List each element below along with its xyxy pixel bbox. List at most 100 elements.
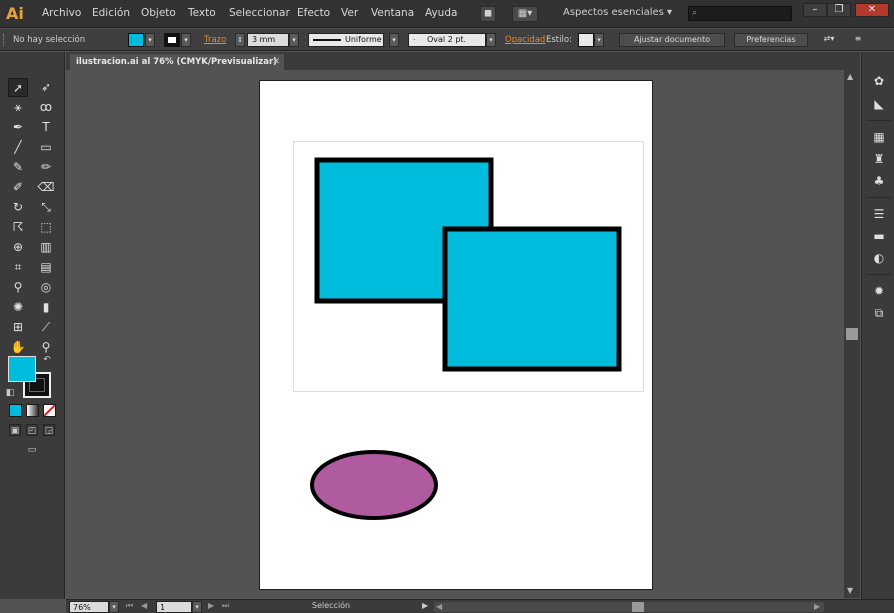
fill-color-swatch[interactable] xyxy=(8,356,36,382)
eyedropper-tool-icon[interactable]: ⚲ xyxy=(8,278,28,297)
arrange-documents-icon[interactable]: ▦▾ xyxy=(512,6,538,22)
type-tool-icon[interactable]: T xyxy=(36,118,56,137)
magic-wand-tool-icon[interactable]: ⚹ xyxy=(8,98,28,117)
control-menu-icon[interactable]: ≡ xyxy=(850,33,866,47)
menu-archivo[interactable]: Archivo xyxy=(42,7,81,19)
line-tool-icon[interactable]: ╱ xyxy=(8,138,28,157)
symbols-panel-icon[interactable]: ♣ xyxy=(870,172,888,190)
last-artboard-icon[interactable]: ⏭ xyxy=(222,601,229,611)
scale-tool-icon[interactable]: ⤡ xyxy=(36,198,56,217)
blend-tool-icon[interactable]: ◎ xyxy=(36,278,56,297)
pencil-tool-icon[interactable]: ✏ xyxy=(36,158,56,177)
gradient-panel-icon[interactable]: ▬ xyxy=(870,227,888,245)
menu-objeto[interactable]: Objeto xyxy=(141,7,176,19)
scroll-down-icon[interactable]: ▼ xyxy=(847,586,853,595)
menu-ayuda[interactable]: Ayuda xyxy=(425,7,457,19)
selection-tool-icon[interactable]: ➚ xyxy=(8,78,28,97)
horizontal-scroll-thumb[interactable] xyxy=(632,602,644,612)
stroke-dropdown[interactable]: ▾ xyxy=(181,33,191,47)
perspective-grid-tool-icon[interactable]: ▥ xyxy=(36,238,56,257)
draw-inside-icon[interactable]: ◲ xyxy=(43,424,55,436)
brush-dropdown[interactable]: ▾ xyxy=(486,33,496,47)
draw-normal-icon[interactable]: ▣ xyxy=(9,424,21,436)
fill-swatch[interactable] xyxy=(128,33,144,47)
canvas-area[interactable] xyxy=(66,70,844,598)
lasso-tool-icon[interactable]: ꝏ xyxy=(36,98,56,117)
restore-button[interactable]: ❐ xyxy=(827,3,851,17)
menu-edicion[interactable]: Edición xyxy=(92,7,130,19)
hand-tool-icon[interactable]: ✋ xyxy=(8,338,28,357)
slice-tool-icon[interactable]: ⟋ xyxy=(36,318,56,337)
graphic-styles-panel-icon[interactable]: ⧉ xyxy=(870,304,888,322)
menu-texto[interactable]: Texto xyxy=(188,7,216,19)
cyan-rectangle-front[interactable] xyxy=(442,226,622,372)
blob-brush-tool-icon[interactable]: ✐ xyxy=(8,178,28,197)
shape-builder-tool-icon[interactable]: ⊕ xyxy=(8,238,28,257)
swatches-panel-icon[interactable]: ▦ xyxy=(870,128,888,146)
default-colors-icon[interactable]: ◧ xyxy=(4,387,16,399)
artboard-tool-icon[interactable]: ⊞ xyxy=(8,318,28,337)
purple-ellipse[interactable] xyxy=(310,450,438,520)
stroke-profile-dropdown[interactable]: ▾ xyxy=(389,33,399,47)
warp-tool-icon[interactable]: ☈ xyxy=(8,218,28,237)
document-tab[interactable]: ilustracion.ai al 76% (CMYK/Previsualiza… xyxy=(70,54,284,70)
close-button[interactable]: ✕ xyxy=(855,3,889,17)
horizontal-scrollbar[interactable]: ◀ ▶ xyxy=(434,602,824,612)
tab-close-icon[interactable]: ✕ xyxy=(272,54,280,70)
free-transform-tool-icon[interactable]: ⬚ xyxy=(36,218,56,237)
bridge-icon[interactable]: ◼ xyxy=(480,6,496,22)
artboard-dropdown[interactable]: ▾ xyxy=(192,601,202,613)
color-mode-icon[interactable] xyxy=(9,404,22,417)
menu-ventana[interactable]: Ventana xyxy=(371,7,414,19)
swap-fill-stroke-icon[interactable]: ↶ xyxy=(41,354,53,366)
menu-seleccionar[interactable]: Seleccionar xyxy=(229,7,290,19)
stroke-panel-icon[interactable]: ☰ xyxy=(870,205,888,223)
document-setup-button[interactable]: Ajustar documento xyxy=(619,33,725,47)
screen-mode-icon[interactable]: ▭ xyxy=(22,444,42,458)
next-artboard-icon[interactable]: ▶ xyxy=(208,601,214,610)
draw-behind-icon[interactable]: ◰ xyxy=(26,424,38,436)
stroke-weight-dropdown[interactable]: ▾ xyxy=(289,33,299,47)
artboard-number-field[interactable]: 1 xyxy=(156,601,192,613)
minimize-button[interactable]: – xyxy=(803,3,827,17)
menu-efecto[interactable]: Efecto xyxy=(297,7,330,19)
mesh-tool-icon[interactable]: ⌗ xyxy=(8,258,28,277)
rotate-tool-icon[interactable]: ↻ xyxy=(8,198,28,217)
gradient-tool-icon[interactable]: ▤ xyxy=(36,258,56,277)
style-dropdown[interactable]: ▾ xyxy=(594,33,604,47)
artboard[interactable] xyxy=(259,80,653,590)
stroke-label[interactable]: Trazo xyxy=(204,35,226,45)
preferences-button[interactable]: Preferencias xyxy=(734,33,808,47)
color-guide-panel-icon[interactable]: ◣ xyxy=(870,95,888,113)
color-panel-icon[interactable]: ✿ xyxy=(870,72,888,90)
stroke-swatch[interactable] xyxy=(164,33,180,47)
gradient-mode-icon[interactable] xyxy=(26,404,39,417)
stroke-weight-stepper[interactable]: ⇕ xyxy=(235,33,245,47)
status-menu-icon[interactable]: ▶ xyxy=(422,601,428,610)
fill-dropdown[interactable]: ▾ xyxy=(145,33,155,47)
column-graph-tool-icon[interactable]: ▮ xyxy=(36,298,56,317)
search-input[interactable]: ⌕ xyxy=(688,6,792,21)
pen-tool-icon[interactable]: ✒ xyxy=(8,118,28,137)
workspace-switcher[interactable]: Aspectos esenciales ▾ xyxy=(563,7,672,18)
previous-artboard-icon[interactable]: ◀ xyxy=(141,601,147,610)
vertical-scrollbar[interactable]: ▲ ▼ xyxy=(844,70,860,598)
paintbrush-tool-icon[interactable]: ✎ xyxy=(8,158,28,177)
none-mode-icon[interactable] xyxy=(43,404,56,417)
zoom-field[interactable]: 76% xyxy=(69,601,109,613)
appearance-panel-icon[interactable]: ✹ xyxy=(870,282,888,300)
menu-ver[interactable]: Ver xyxy=(341,7,358,19)
scroll-up-icon[interactable]: ▲ xyxy=(847,72,853,81)
brush-field[interactable]: · Oval 2 pt. xyxy=(408,33,486,47)
eraser-tool-icon[interactable]: ⌫ xyxy=(36,178,56,197)
symbol-sprayer-tool-icon[interactable]: ✺ xyxy=(8,298,28,317)
opacity-label[interactable]: Opacidad xyxy=(505,35,545,45)
stroke-profile-field[interactable]: Uniforme xyxy=(308,33,384,47)
scroll-left-icon[interactable]: ◀ xyxy=(436,602,442,611)
direct-selection-tool-icon[interactable]: ➶ xyxy=(36,78,56,97)
panel-grip[interactable] xyxy=(3,34,6,46)
rectangle-tool-icon[interactable]: ▭ xyxy=(36,138,56,157)
first-artboard-icon[interactable]: ⏮ xyxy=(126,601,133,611)
zoom-dropdown[interactable]: ▾ xyxy=(109,601,119,613)
isolate-icon[interactable]: ⇄▾ xyxy=(816,33,842,47)
